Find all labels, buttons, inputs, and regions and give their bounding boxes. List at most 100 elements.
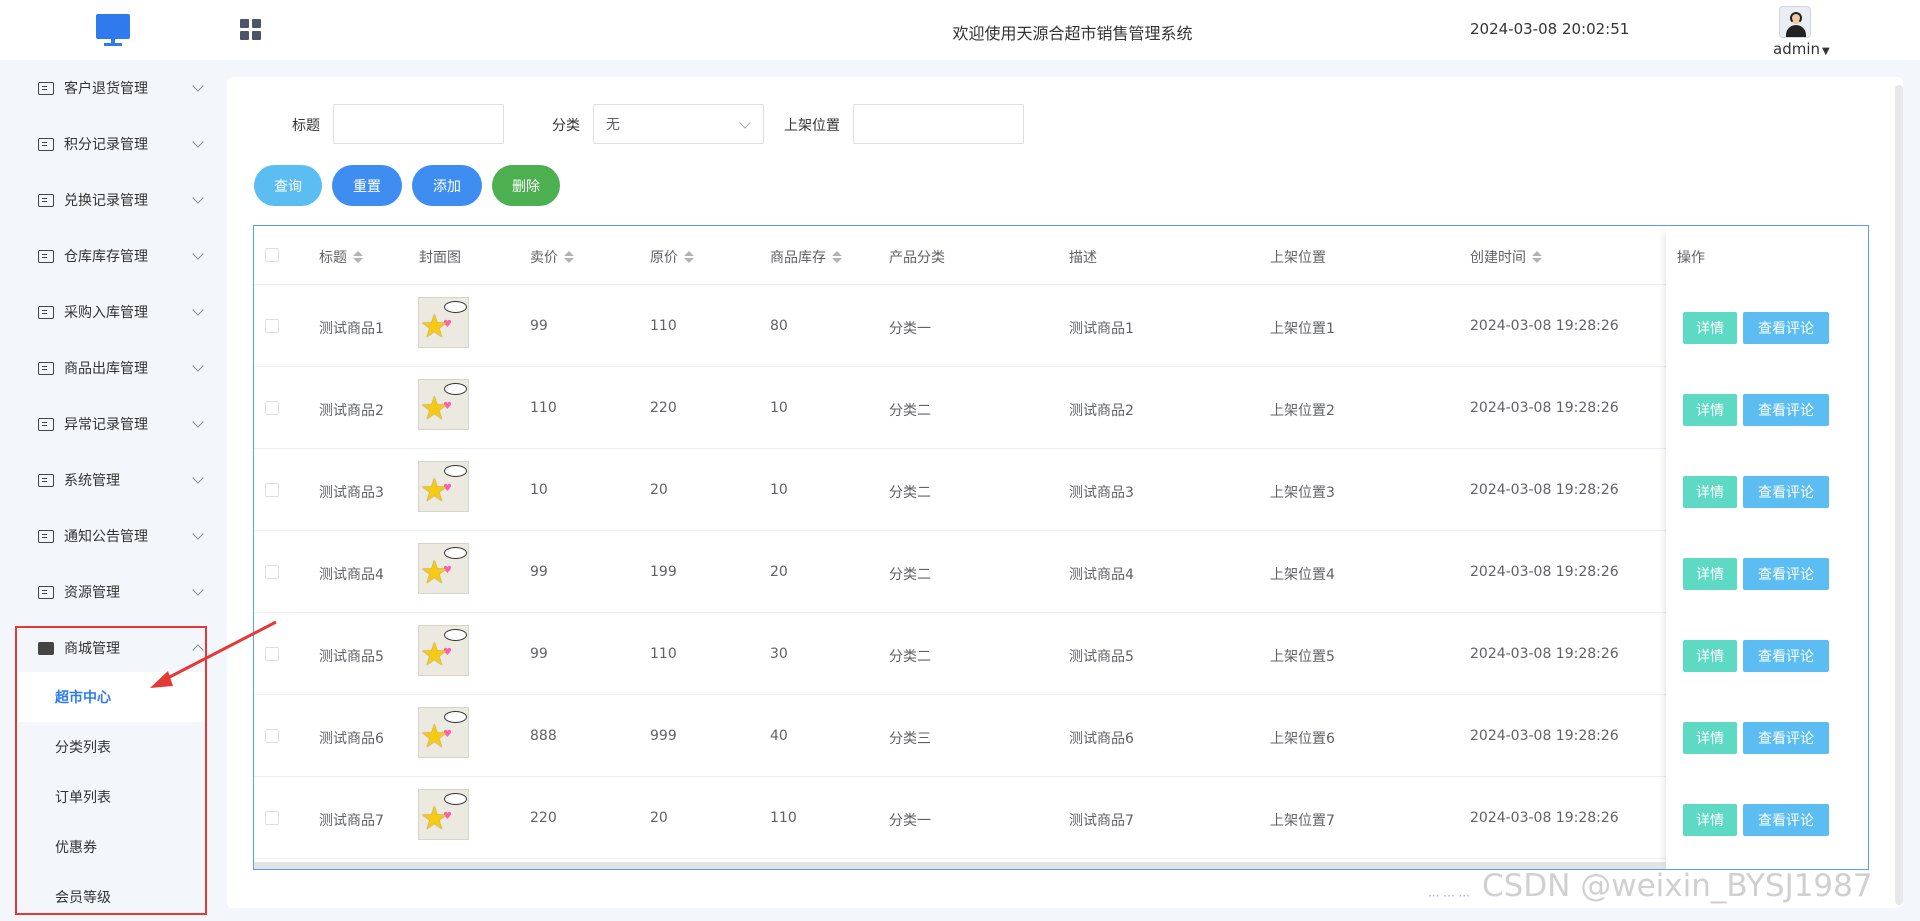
cell-price: 110 [530,400,557,416]
column-header-description: 描述 [1069,250,1097,266]
sidebar-item-system[interactable]: 系统管理 [0,452,225,508]
row-checkbox[interactable] [265,483,279,497]
actions-column: 操作 详情 查看评论 详情 查看评论 详情 查看评论 详情 查看评论 详情 查看评论 详情 查看评论详… [1666,226,1868,869]
detail-button[interactable]: 详情 [1683,640,1737,672]
cell-category: 分类二 [889,485,931,501]
header-label: 卖价 [530,250,558,266]
cover-image: ♥ ★ [418,297,469,348]
row-checkbox[interactable] [265,565,279,579]
select-all-checkbox[interactable] [265,248,279,262]
username: admin [1773,40,1820,58]
detail-button[interactable]: 详情 [1683,804,1737,836]
chevron-down-icon [739,117,751,129]
view-comments-button[interactable]: 查看评论 [1743,722,1829,754]
column-header-created[interactable]: 创建时间 [1470,247,1542,267]
sidebar-item-goods-outbound[interactable]: 商品出库管理 [0,340,225,396]
document-icon [38,137,54,151]
title-filter-input[interactable] [333,104,504,144]
cell-created: 2024-03-08 19:28:26 [1470,646,1619,662]
view-comments-button[interactable]: 查看评论 [1743,312,1829,344]
sidebar-item-exchange-records[interactable]: 兑换记录管理 [0,172,225,228]
cell-position: 上架位置5 [1270,649,1335,665]
detail-button[interactable]: 详情 [1683,312,1737,344]
detail-button[interactable]: 详情 [1683,558,1737,590]
cell-original-price: 199 [650,564,677,580]
sort-icon[interactable] [832,251,842,263]
cell-position: 上架位置6 [1270,731,1335,747]
category-select[interactable]: 无 [593,104,764,144]
cell-title: 测试商品6 [319,731,384,747]
chevron-down-icon [192,80,204,92]
sort-icon[interactable] [564,251,574,263]
row-checkbox[interactable] [265,811,279,825]
sidebar-subitem-coupons[interactable]: 优惠券 [18,822,205,872]
cell-original-price: 110 [650,646,677,662]
cover-image: ♥ ★ [418,625,469,676]
detail-button[interactable]: 详情 [1683,476,1737,508]
cover-image: ♥ ★ [418,543,469,594]
view-comments-button[interactable]: 查看评论 [1743,476,1829,508]
star-icon: ★ [420,471,449,509]
detail-button[interactable]: 详情 [1683,394,1737,426]
sidebar-subitem-order-list[interactable]: 订单列表 [18,772,205,822]
sidebar-item-purchase-inbound[interactable]: 采购入库管理 [0,284,225,340]
sidebar-item-customer-returns[interactable]: 客户退货管理 [0,60,225,116]
header-label: 标题 [319,250,347,266]
sidebar-item-warehouse-stock[interactable]: 仓库库存管理 [0,228,225,284]
column-header-price[interactable]: 卖价 [530,247,574,267]
delete-button[interactable]: 删除 [492,165,560,206]
view-comments-button[interactable]: 查看评论 [1743,558,1829,590]
chevron-down-icon [192,136,204,148]
cell-stock: 80 [770,318,788,334]
chevron-up-icon [192,644,204,656]
row-checkbox[interactable] [265,647,279,661]
table-row: ♥ ★ 测试商品7 220 20 110 分类一 测试商品7 上架位置7 2024-03-08 1… [254,777,1868,859]
sort-icon[interactable] [1532,251,1542,263]
sidebar-item-resources[interactable]: 资源管理 [0,564,225,620]
column-header-stock[interactable]: 商品库存 [770,247,842,267]
sidebar-item-exception-records[interactable]: 异常记录管理 [0,396,225,452]
filter-position-label: 上架位置 [784,118,840,134]
cover-image: ♥ ★ [418,379,469,430]
sidebar: 客户退货管理 积分记录管理 兑换记录管理 仓库库存管理 采购入库管理 商品出库管… [0,60,225,921]
row-checkbox[interactable] [265,401,279,415]
cell-title: 测试商品2 [319,403,384,419]
add-button[interactable]: 添加 [412,165,482,206]
sort-icon[interactable] [684,251,694,263]
cell-price: 10 [530,482,548,498]
view-comments-button[interactable]: 查看评论 [1743,394,1829,426]
sidebar-subitem-category-list[interactable]: 分类列表 [18,722,205,772]
cell-price: 99 [530,318,548,334]
sidebar-item-points-records[interactable]: 积分记录管理 [0,116,225,172]
sidebar-subitem-member-levels[interactable]: 会员等级 [18,872,205,921]
reset-button[interactable]: 重置 [332,165,402,206]
cell-stock: 40 [770,728,788,744]
column-header-title[interactable]: 标题 [319,247,363,267]
column-header-original-price[interactable]: 原价 [650,247,694,267]
cell-position: 上架位置4 [1270,567,1335,583]
cell-price: 220 [530,810,557,826]
menu-toggle-grid-icon[interactable] [240,19,261,40]
sidebar-subitem-supermarket-center[interactable]: 超市中心 [18,672,205,722]
user-avatar[interactable] [1779,6,1811,38]
view-comments-button[interactable]: 查看评论 [1743,640,1829,672]
vertical-scrollbar[interactable] [1895,85,1903,905]
row-checkbox[interactable] [265,319,279,333]
horizontal-scrollbar[interactable] [254,862,1666,869]
chevron-down-icon: ▼ [1822,46,1830,57]
view-comments-button[interactable]: 查看评论 [1743,804,1829,836]
cell-stock: 10 [770,482,788,498]
detail-button[interactable]: 详情 [1683,722,1737,754]
cell-original-price: 20 [650,810,668,826]
sidebar-item-announcements[interactable]: 通知公告管理 [0,508,225,564]
row-checkbox[interactable] [265,729,279,743]
user-menu[interactable]: admin ▼ [1773,40,1830,58]
cell-created: 2024-03-08 19:28:26 [1470,810,1619,826]
sort-icon[interactable] [353,251,363,263]
sidebar-item-mall[interactable]: 商城管理 [0,620,225,676]
position-filter-input[interactable] [853,104,1024,144]
sidebar-item-label: 客户退货管理 [64,81,148,97]
query-button[interactable]: 查询 [254,165,322,206]
category-select-value: 无 [606,117,620,133]
current-datetime: 2024-03-08 20:02:51 [1470,20,1630,38]
